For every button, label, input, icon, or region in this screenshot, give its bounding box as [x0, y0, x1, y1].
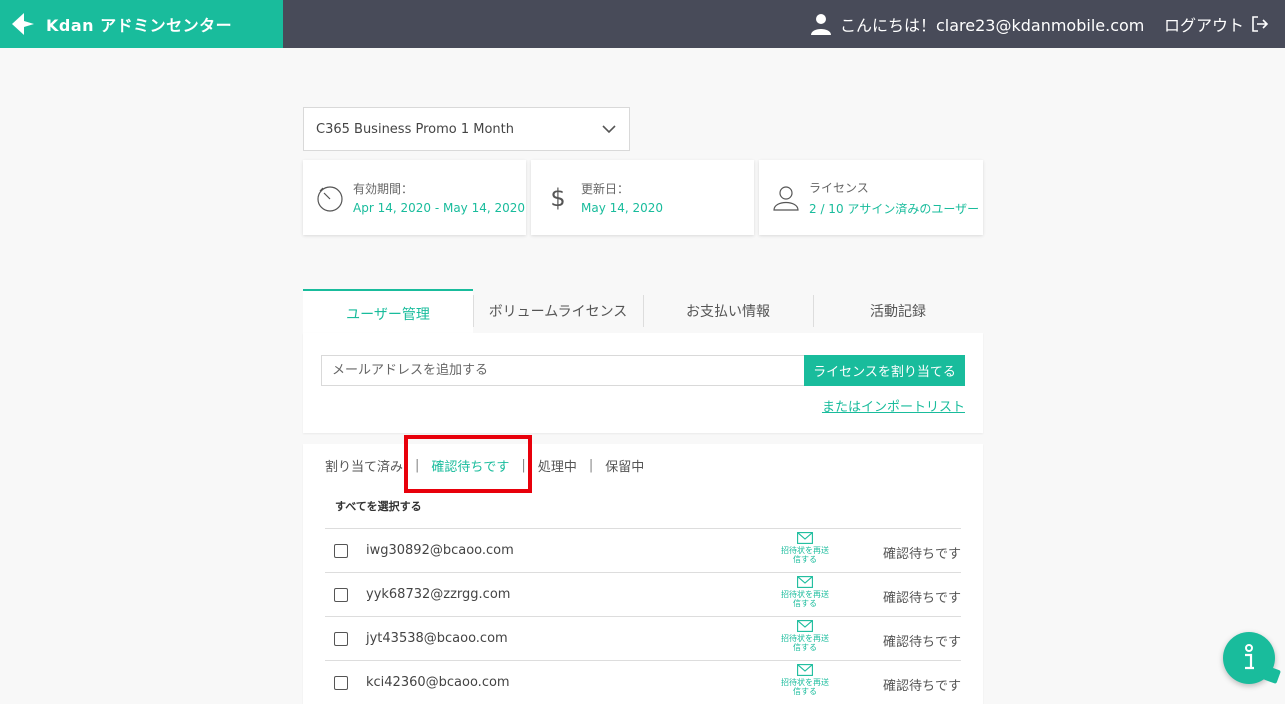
- chevron-down-icon: [602, 125, 616, 134]
- resend-invite-button[interactable]: 招待状を再送信する: [773, 576, 837, 608]
- license-value: 2 / 10 アサイン済みのユーザー: [809, 201, 980, 216]
- svg-text:$: $: [550, 184, 565, 212]
- person-outline-icon: [773, 185, 799, 211]
- info-icon: [1245, 644, 1254, 670]
- add-user-panel: ライセンスを割り当てる またはインポートリスト: [303, 333, 983, 433]
- stopwatch-icon: [317, 185, 343, 212]
- mail-icon: [797, 664, 813, 676]
- dollar-icon: $: [550, 184, 565, 212]
- main-tabs: ユーザー管理 ボリュームライセンス お支払い情報 活動記録: [303, 289, 983, 333]
- row-email: jyt43538@bcaoo.com: [366, 631, 508, 646]
- license-label: ライセンス: [809, 180, 869, 195]
- select-all-button[interactable]: すべてを選択する: [335, 498, 422, 514]
- mail-icon: [797, 576, 813, 588]
- resend-invite-button[interactable]: 招待状を再送信する: [773, 532, 837, 564]
- row-checkbox[interactable]: [334, 676, 348, 690]
- filter-processing[interactable]: 処理中: [538, 456, 577, 475]
- renewal-label: 更新日：: [581, 182, 630, 196]
- renewal-card: $ 更新日： May 14, 2020: [531, 160, 754, 235]
- row-checkbox[interactable]: [334, 544, 348, 558]
- filter-on-hold[interactable]: 保留中: [605, 456, 644, 475]
- row-email: yyk68732@zzrgg.com: [366, 587, 511, 602]
- row-checkbox[interactable]: [334, 632, 348, 646]
- validity-card: 有効期間： Apr 14, 2020 - May 14, 2020: [303, 160, 526, 235]
- row-email: iwg30892@bcaoo.com: [366, 543, 514, 558]
- user-icon: [811, 14, 831, 35]
- email-input[interactable]: [321, 355, 805, 386]
- assign-license-button[interactable]: ライセンスを割り当てる: [804, 355, 965, 386]
- resend-invite-label: 招待状を再送信する: [781, 634, 829, 652]
- annotation-highlight-box: [404, 435, 532, 493]
- table-row: jyt43538@bcaoo.com 招待状を再送信する 確認待ちです: [325, 616, 961, 660]
- tab-payment-info[interactable]: お支払い情報: [643, 289, 813, 333]
- plan-dropdown[interactable]: C365 Business Promo 1 Month: [303, 107, 630, 151]
- license-card: ライセンス 2 / 10 アサイン済みのユーザー: [759, 160, 983, 235]
- user-rows: iwg30892@bcaoo.com 招待状を再送信する 確認待ちです yyk6…: [325, 528, 961, 704]
- import-list-link[interactable]: またはインポートリスト: [822, 396, 965, 415]
- tab-activity-log[interactable]: 活動記録: [813, 289, 983, 333]
- validity-value: Apr 14, 2020 - May 14, 2020: [353, 201, 526, 215]
- table-row: yyk68732@zzrgg.com 招待状を再送信する 確認待ちです: [325, 572, 961, 616]
- user-list-panel: 割り当て済み | 確認待ちです | 処理中 | 保留中 すべてを選択する iwg…: [303, 435, 983, 704]
- resend-invite-label: 招待状を再送信する: [781, 546, 829, 564]
- mail-icon: [797, 620, 813, 632]
- kdan-logo-icon: [12, 13, 34, 35]
- greeting-text: こんにちは！clare23@kdanmobile.com: [840, 16, 1145, 35]
- resend-invite-label: 招待状を再送信する: [781, 678, 829, 696]
- logout-label: ログアウト: [1164, 16, 1245, 35]
- renewal-value: May 14, 2020: [581, 201, 664, 215]
- row-checkbox[interactable]: [334, 588, 348, 602]
- row-email: kci42360@bcaoo.com: [366, 675, 510, 690]
- tab-volume-license[interactable]: ボリュームライセンス: [473, 289, 643, 333]
- validity-label: 有効期間：: [353, 182, 414, 196]
- resend-invite-label: 招待状を再送信する: [781, 590, 829, 608]
- user-greeting: こんにちは！clare23@kdanmobile.com: [810, 0, 1144, 48]
- table-row: iwg30892@bcaoo.com 招待状を再送信する 確認待ちです: [325, 528, 961, 572]
- row-status: 確認待ちです: [882, 547, 961, 562]
- resend-invite-button[interactable]: 招待状を再送信する: [773, 620, 837, 652]
- filter-assigned[interactable]: 割り当て済み: [325, 456, 403, 475]
- logout-button[interactable]: ログアウト: [1164, 0, 1270, 48]
- row-status: 確認待ちです: [882, 635, 961, 650]
- chat-bubble-tail: [1263, 666, 1281, 684]
- help-chat-button[interactable]: [1223, 632, 1281, 684]
- row-status: 確認待ちです: [882, 679, 961, 694]
- mail-icon: [797, 532, 813, 544]
- filter-separator: |: [588, 458, 594, 473]
- row-status: 確認待ちです: [882, 591, 961, 606]
- tab-user-management[interactable]: ユーザー管理: [303, 289, 473, 333]
- table-row: kci42360@bcaoo.com 招待状を再送信する 確認待ちです: [325, 660, 961, 704]
- logout-icon: [1252, 16, 1269, 32]
- plan-selected-value: C365 Business Promo 1 Month: [316, 121, 515, 137]
- top-header: Kdan アドミンセンター こんにちは！clare23@kdanmobile.c…: [0, 0, 1285, 48]
- brand-home-link[interactable]: Kdan アドミンセンター: [0, 0, 283, 48]
- resend-invite-button[interactable]: 招待状を再送信する: [773, 664, 837, 696]
- brand-name: Kdan アドミンセンター: [46, 16, 233, 35]
